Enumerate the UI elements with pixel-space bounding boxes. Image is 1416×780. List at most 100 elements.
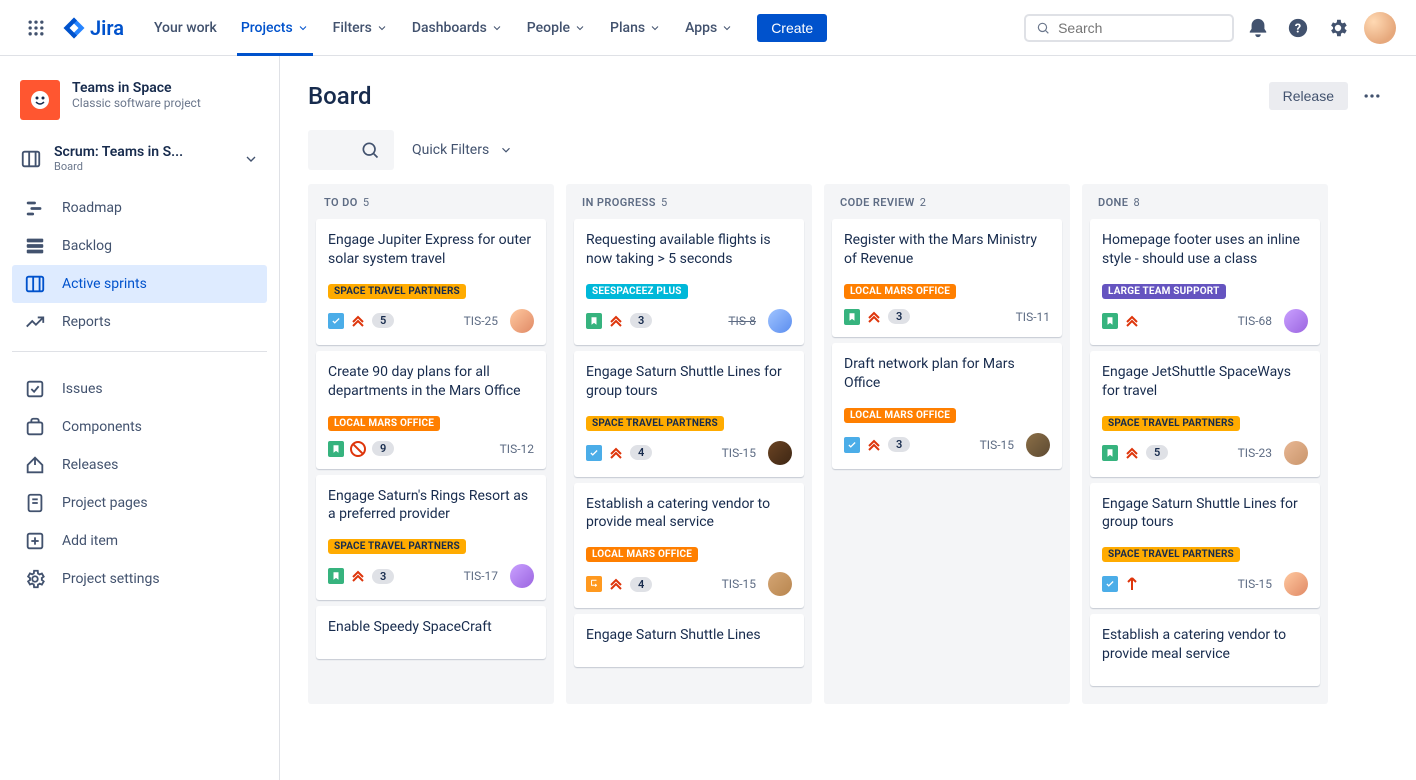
assignee-avatar[interactable]: [768, 572, 792, 596]
issue-key: TIS-23: [1238, 446, 1272, 460]
board-search-button[interactable]: [308, 130, 394, 170]
assignee-avatar[interactable]: [1284, 441, 1308, 465]
sidebar-item-components[interactable]: Components: [12, 408, 267, 446]
card-footer: 3TIS-8: [586, 309, 792, 333]
sidebar-item-active-sprints[interactable]: Active sprints: [12, 265, 267, 303]
issue-key: TIS-68: [1238, 314, 1272, 328]
jira-logo[interactable]: Jira: [62, 16, 124, 40]
nav-item-people[interactable]: People: [517, 0, 596, 56]
project-type: Classic software project: [72, 96, 201, 110]
issue-key: TIS-11: [1016, 310, 1050, 324]
assignee-avatar[interactable]: [1026, 433, 1050, 457]
sidebar-item-project-pages[interactable]: Project pages: [12, 484, 267, 522]
global-search[interactable]: [1024, 14, 1234, 42]
priority-highest-icon: [608, 445, 624, 461]
priority-highest-icon: [350, 568, 366, 584]
assignee-avatar[interactable]: [1284, 309, 1308, 333]
components-icon: [24, 416, 46, 438]
assignee-avatar[interactable]: [510, 564, 534, 588]
sidebar-item-issues[interactable]: Issues: [12, 370, 267, 408]
priority-highest-icon: [866, 437, 882, 453]
release-button[interactable]: Release: [1269, 82, 1348, 110]
card-footer: 3TIS-17: [328, 564, 534, 588]
nav-item-your-work[interactable]: Your work: [144, 0, 227, 56]
column-header: DONE 8: [1090, 196, 1320, 219]
settings-icon[interactable]: [1322, 12, 1354, 44]
story-type-icon: [844, 309, 860, 325]
chevron-down-icon: [649, 22, 661, 34]
sidebar-item-label: Components: [62, 419, 142, 435]
search-input[interactable]: [1058, 20, 1222, 36]
sidebar-item-backlog[interactable]: Backlog: [12, 227, 267, 265]
help-icon[interactable]: ?: [1282, 12, 1314, 44]
sidebar-item-reports[interactable]: Reports: [12, 303, 267, 341]
estimate-badge: 3: [372, 569, 394, 584]
card-title: Homepage footer uses an inline style - s…: [1102, 231, 1308, 269]
issue-card[interactable]: Establish a catering vendor to provide m…: [1090, 614, 1320, 686]
user-avatar[interactable]: [1364, 12, 1396, 44]
column-header: CODE REVIEW 2: [832, 196, 1062, 219]
create-button[interactable]: Create: [757, 14, 827, 42]
column-header: IN PROGRESS 5: [574, 196, 804, 219]
chevron-down-icon: [243, 151, 259, 167]
issue-card[interactable]: Engage Saturn Shuttle Lines for group to…: [1090, 483, 1320, 609]
board-selector-sub: Board: [54, 160, 183, 173]
quick-filters-dropdown[interactable]: Quick Filters: [412, 142, 513, 158]
issue-card[interactable]: Register with the Mars Ministry of Reven…: [832, 219, 1062, 337]
issue-card[interactable]: Engage Saturn's Rings Resort as a prefer…: [316, 475, 546, 601]
card-footer: 4TIS-15: [586, 441, 792, 465]
sidebar-item-roadmap[interactable]: Roadmap: [12, 189, 267, 227]
card-footer: 9TIS-12: [328, 441, 534, 457]
column-code-review: CODE REVIEW 2Register with the Mars Mini…: [824, 184, 1070, 704]
card-title: Engage Saturn Shuttle Lines for group to…: [1102, 495, 1308, 533]
issue-card[interactable]: Homepage footer uses an inline style - s…: [1090, 219, 1320, 345]
sidebar-item-label: Backlog: [62, 238, 112, 254]
issue-card[interactable]: Draft network plan for Mars OfficeLOCAL …: [832, 343, 1062, 469]
estimate-badge: 4: [630, 577, 652, 592]
sidebar-item-add-item[interactable]: Add item: [12, 522, 267, 560]
estimate-badge: 9: [372, 441, 394, 456]
issue-card[interactable]: Establish a catering vendor to provide m…: [574, 483, 804, 609]
nav-item-filters[interactable]: Filters: [323, 0, 398, 56]
card-footer: 5TIS-23: [1102, 441, 1308, 465]
issue-card[interactable]: Engage Saturn Shuttle Lines for group to…: [574, 351, 804, 477]
page-title: Board: [308, 82, 372, 110]
epic-tag: SPACE TRAVEL PARTNERS: [1102, 547, 1240, 562]
issue-card[interactable]: Enable Speedy SpaceCraft: [316, 606, 546, 659]
assignee-avatar[interactable]: [1284, 572, 1308, 596]
nav-item-projects[interactable]: Projects: [231, 0, 319, 56]
board-selector[interactable]: Scrum: Teams in S... Board: [12, 136, 267, 181]
epic-tag: SPACE TRAVEL PARTNERS: [328, 284, 466, 299]
app-switcher-icon[interactable]: [20, 12, 52, 44]
sidebar-item-project-settings[interactable]: Project settings: [12, 560, 267, 598]
story-type-icon: [1102, 313, 1118, 329]
issue-card[interactable]: Requesting available flights is now taki…: [574, 219, 804, 345]
sidebar-item-label: Add item: [62, 533, 118, 549]
nav-item-plans[interactable]: Plans: [600, 0, 671, 56]
more-button[interactable]: [1356, 80, 1388, 112]
nav-item-dashboards[interactable]: Dashboards: [402, 0, 513, 56]
notifications-icon[interactable]: [1242, 12, 1274, 44]
sidebar-item-releases[interactable]: Releases: [12, 446, 267, 484]
assignee-avatar[interactable]: [768, 309, 792, 333]
card-title: Engage Jupiter Express for outer solar s…: [328, 231, 534, 269]
issue-card[interactable]: Engage Jupiter Express for outer solar s…: [316, 219, 546, 345]
card-title: Engage Saturn's Rings Resort as a prefer…: [328, 487, 534, 525]
sidebar-item-label: Project settings: [62, 571, 160, 587]
estimate-badge: 3: [888, 309, 910, 324]
issue-card[interactable]: Engage Saturn Shuttle Lines: [574, 614, 804, 667]
add-icon: [24, 530, 46, 552]
nav-item-apps[interactable]: Apps: [675, 0, 743, 56]
epic-tag: LOCAL MARS OFFICE: [844, 408, 956, 423]
sidebar-item-label: Releases: [62, 457, 118, 473]
issue-card[interactable]: Create 90 day plans for all departments …: [316, 351, 546, 469]
column-done: DONE 8 Homepage footer uses an inline sty…: [1082, 184, 1328, 704]
project-header[interactable]: Teams in Space Classic software project: [12, 80, 267, 136]
roadmap-icon: [24, 197, 46, 219]
board-header: Board Release: [308, 80, 1388, 112]
issue-card[interactable]: Engage JetShuttle SpaceWays for travelSP…: [1090, 351, 1320, 477]
assignee-avatar[interactable]: [510, 309, 534, 333]
priority-high-icon: [1124, 576, 1140, 592]
assignee-avatar[interactable]: [768, 441, 792, 465]
story-type-icon: [1102, 445, 1118, 461]
